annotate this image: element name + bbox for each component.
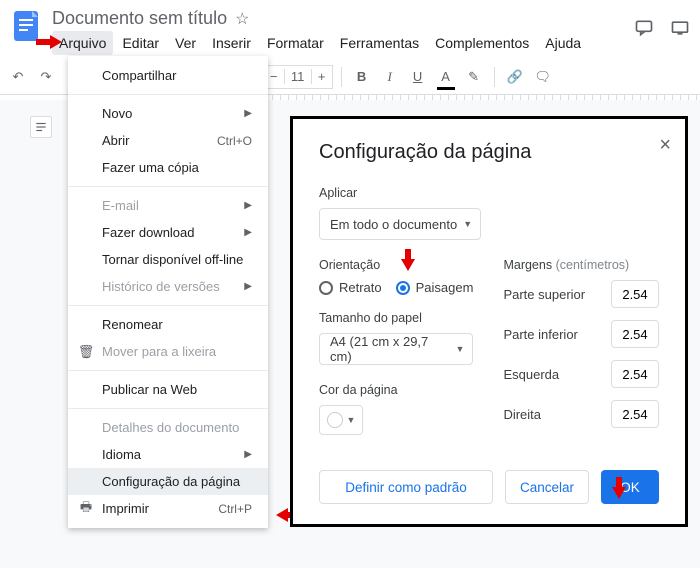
menu-download[interactable]: Fazer download▶ [68,219,268,246]
add-comment-icon[interactable]: 🗨 [531,65,555,89]
margin-right-input[interactable] [611,400,659,428]
apply-label: Aplicar [319,186,659,200]
highlight-icon[interactable]: ✎ [462,65,486,89]
margin-top-label: Parte superior [503,287,585,302]
star-icon[interactable]: ☆ [235,9,249,29]
undo-icon[interactable]: ↶ [6,65,30,89]
menu-publish[interactable]: Publicar na Web [68,376,268,403]
menu-complementos[interactable]: Complementos [428,31,536,55]
link-icon[interactable]: 🔗 [503,65,527,89]
submenu-icon: ▶ [244,281,252,292]
menu-editar[interactable]: Editar [115,31,166,55]
margin-bottom-input[interactable] [611,320,659,348]
menu-ver[interactable]: Ver [168,31,203,55]
menu-version-history: Histórico de versões▶ [68,273,268,300]
margin-bottom-label: Parte inferior [503,327,577,342]
apply-select[interactable]: Em todo o documento▼ [319,208,481,240]
print-icon: 🖶 [78,501,94,517]
menu-rename[interactable]: Renomear [68,311,268,338]
close-icon[interactable]: × [659,135,671,155]
menu-inserir[interactable]: Inserir [205,31,258,55]
ok-button[interactable]: OK [601,470,659,504]
menu-share[interactable]: Compartilhar [68,62,268,89]
page-setup-dialog: × Configuração da página Aplicar Em todo… [290,116,688,527]
doc-title[interactable]: Documento sem título [52,8,227,29]
menu-move-trash: 🗑Mover para a lixeira [68,338,268,365]
submenu-icon: ▶ [244,200,252,211]
page-color-label: Cor da página [319,383,473,397]
menu-open[interactable]: AbrirCtrl+O [68,127,268,154]
chevron-down-icon: ▼ [463,219,472,229]
menu-formatar[interactable]: Formatar [260,31,331,55]
dialog-title: Configuração da página [319,141,659,164]
submenu-icon: ▶ [244,108,252,119]
italic-icon[interactable]: I [378,65,402,89]
present-icon[interactable] [670,18,690,41]
menu-print[interactable]: 🖶ImprimirCtrl+P [68,495,268,522]
submenu-icon: ▶ [244,227,252,238]
menu-language[interactable]: Idioma▶ [68,441,268,468]
menu-page-setup[interactable]: Configuração da página [68,468,268,495]
chevron-down-icon: ▼ [456,344,465,354]
comments-icon[interactable] [634,18,654,41]
radio-portrait[interactable]: Retrato [319,280,382,295]
text-color-icon[interactable]: A [434,65,458,89]
annotation-arrow-landscape [401,249,415,273]
redo-icon[interactable]: ↷ [34,65,58,89]
underline-icon[interactable]: U [406,65,430,89]
menu-email: E-mail▶ [68,192,268,219]
margins-label: Margens (centímetros) [503,258,659,272]
bold-icon[interactable]: B [350,65,374,89]
outline-toggle-icon[interactable] [30,116,52,138]
menubar: Arquivo Editar Ver Inserir Formatar Ferr… [52,31,692,55]
margin-left-label: Esquerda [503,367,559,382]
file-menu: Compartilhar Novo▶ AbrirCtrl+O Fazer uma… [68,56,268,528]
trash-icon: 🗑 [78,344,94,360]
top-right-icons [634,18,690,41]
margin-top-input[interactable] [611,280,659,308]
margin-right-label: Direita [503,407,541,422]
radio-landscape[interactable]: Paisagem [396,280,474,295]
menu-doc-details: Detalhes do documento [68,414,268,441]
submenu-icon: ▶ [244,449,252,460]
annotation-arrow-arquivo [36,35,64,49]
paper-select[interactable]: A4 (21 cm x 29,7 cm)▼ [319,333,473,365]
menu-offline[interactable]: Tornar disponível off-line [68,246,268,273]
menu-ferramentas[interactable]: Ferramentas [333,31,426,55]
set-default-button[interactable]: Definir como padrão [319,470,493,504]
paper-label: Tamanho do papel [319,311,473,325]
font-size-value[interactable]: 11 [284,69,312,84]
margin-left-input[interactable] [611,360,659,388]
cancel-button[interactable]: Cancelar [505,470,589,504]
app-header: Documento sem título ☆ Arquivo Editar Ve… [0,0,700,55]
orientation-label: Orientação [319,258,473,272]
font-size-plus[interactable]: + [312,69,332,84]
menu-new[interactable]: Novo▶ [68,100,268,127]
page-color-button[interactable]: ▼ [319,405,363,435]
annotation-arrow-ok [612,477,626,501]
font-size: − 11 + [263,65,333,89]
menu-make-copy[interactable]: Fazer uma cópia [68,154,268,181]
menu-ajuda[interactable]: Ajuda [538,31,588,55]
